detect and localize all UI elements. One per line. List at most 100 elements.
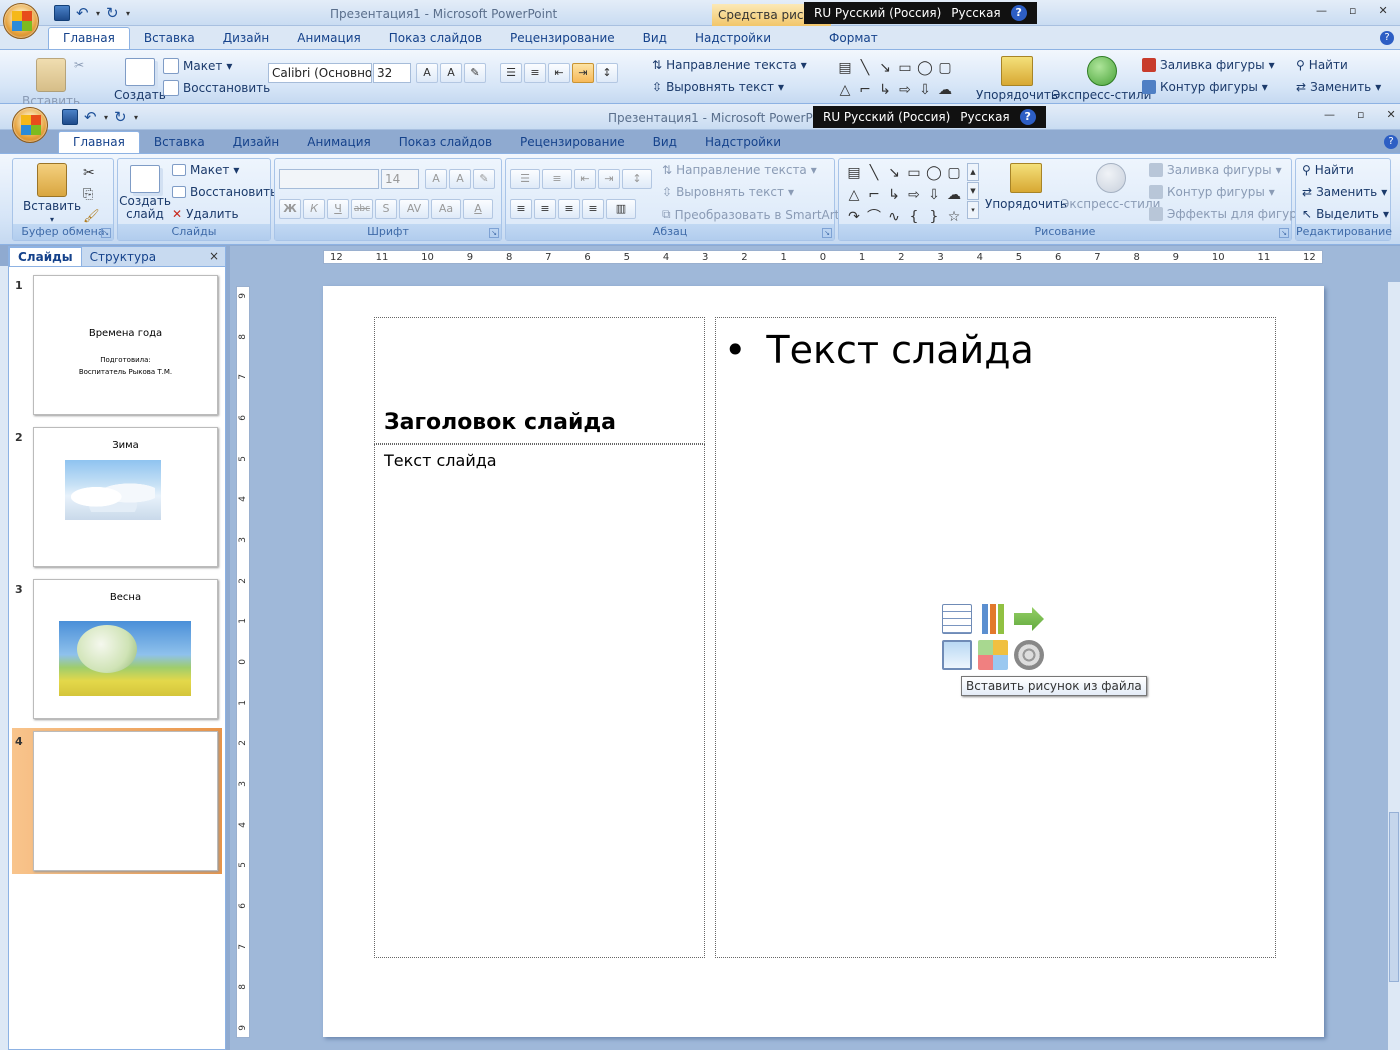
decrease-indent-icon[interactable]: ⇤ xyxy=(574,169,596,189)
line-shape-icon[interactable]: ╲ xyxy=(856,58,874,78)
slide-thumbnail-1[interactable]: Времена года Подготовила: Воспитатель Ры… xyxy=(33,275,218,415)
font-name-field[interactable] xyxy=(279,169,379,189)
tab-format[interactable]: Формат xyxy=(815,28,892,49)
arrow-line-shape-icon[interactable]: ↘ xyxy=(885,163,903,183)
columns-icon[interactable]: ▥ xyxy=(606,199,636,219)
italic-button[interactable]: К xyxy=(303,199,325,219)
save-icon[interactable] xyxy=(54,5,70,21)
insert-table-icon[interactable] xyxy=(942,604,972,634)
right-arrow-shape-icon[interactable]: ⇨ xyxy=(896,80,914,100)
tab-home[interactable]: Главная xyxy=(58,131,140,153)
slide-thumbnail-4[interactable] xyxy=(33,731,218,871)
clear-format-icon[interactable]: ✎ xyxy=(473,169,495,189)
tab-insert[interactable]: Вставка xyxy=(140,132,219,153)
strike-button[interactable]: abc xyxy=(351,199,373,219)
rounded-rect-shape-icon[interactable]: ▢ xyxy=(936,58,954,78)
shape-fill-button[interactable]: Заливка фигуры ▾ xyxy=(1149,163,1282,177)
insert-media-icon[interactable] xyxy=(1014,640,1044,670)
insert-picture-icon[interactable] xyxy=(942,640,972,670)
cut-icon[interactable]: ✂ xyxy=(74,58,84,72)
gallery-more-icon[interactable]: ▾ xyxy=(967,201,979,219)
oval-shape-icon[interactable]: ◯ xyxy=(925,163,943,183)
restore-button[interactable]: Восстановить xyxy=(172,185,277,199)
back-align-text-button[interactable]: ⇳ Выровнять текст ▾ xyxy=(652,80,784,94)
dialog-launcher-icon[interactable]: ↘ xyxy=(822,228,832,238)
tab-insert[interactable]: Вставка xyxy=(130,28,209,49)
slide-title[interactable]: Заголовок слайда xyxy=(384,410,616,435)
shadow-button[interactable]: S xyxy=(375,199,397,219)
align-text-button[interactable]: ⇳ Выровнять текст ▾ xyxy=(662,185,794,199)
font-color-button[interactable]: A xyxy=(463,199,493,219)
language-bar[interactable]: RU Русский (Россия) Русская ? xyxy=(813,106,1046,128)
rectangle-shape-icon[interactable]: ▭ xyxy=(905,163,923,183)
dialog-launcher-icon[interactable]: ↘ xyxy=(101,228,111,238)
layout-button[interactable]: Макет ▾ xyxy=(172,163,239,177)
back-font-name-field[interactable]: Calibri (Основно xyxy=(268,63,372,83)
bullets-icon[interactable]: ☰ xyxy=(500,63,522,83)
slide-canvas[interactable]: Заголовок слайда Текст слайда • Текст сл… xyxy=(323,286,1324,1037)
elbow-arrow-icon[interactable]: ↳ xyxy=(885,185,903,205)
font-size-field[interactable]: 14 xyxy=(381,169,419,189)
shrink-font-icon[interactable]: A xyxy=(449,169,471,189)
tab-design[interactable]: Дизайн xyxy=(209,28,284,49)
back-shapes-gallery[interactable]: ▤ ╲ ↘ ▭ ◯ ▢ △ ⌐ ↳ ⇨ ⇩ ☁ xyxy=(836,58,954,100)
close-icon[interactable]: ✕ xyxy=(1386,108,1395,121)
back-new-slide-button[interactable]: Создать xyxy=(114,58,166,102)
keyboard-layout-label[interactable]: Русская xyxy=(960,110,1009,124)
right-arrow-shape-icon[interactable]: ⇨ xyxy=(905,185,923,205)
content-placeholder[interactable]: • Текст слайда Вставить рисунок из файла xyxy=(715,317,1276,958)
line-shape-icon[interactable]: ╲ xyxy=(865,163,883,183)
char-spacing-button[interactable]: AV xyxy=(399,199,429,219)
decrease-indent-icon[interactable]: ⇤ xyxy=(548,63,570,83)
freeform-shape-icon[interactable]: ☁ xyxy=(945,185,963,205)
scrollbar-thumb[interactable] xyxy=(1389,812,1399,982)
tab-slideshow[interactable]: Показ слайдов xyxy=(375,28,496,49)
grow-font-icon[interactable]: A xyxy=(416,63,438,83)
back-font-size-field[interactable]: 32 xyxy=(373,63,411,83)
undo-icon[interactable]: ↶ xyxy=(76,5,90,21)
language-label[interactable]: RU Русский (Россия) xyxy=(823,110,950,124)
textbox-shape-icon[interactable]: ▤ xyxy=(836,58,854,78)
back-restore-button[interactable]: Восстановить xyxy=(163,80,270,96)
tab-design[interactable]: Дизайн xyxy=(219,132,294,153)
language-label[interactable]: RU Русский (Россия) xyxy=(814,6,941,20)
ribbon-help-icon[interactable]: ? xyxy=(1384,135,1398,149)
minimize-icon[interactable]: — xyxy=(1316,4,1327,17)
customize-qat-icon[interactable]: ▾ xyxy=(134,113,138,122)
underline-button[interactable]: Ч xyxy=(327,199,349,219)
tab-view[interactable]: Вид xyxy=(629,28,681,49)
increase-indent-icon[interactable]: ⇥ xyxy=(572,63,594,83)
elbow-arrow-icon[interactable]: ↳ xyxy=(876,80,894,100)
undo-dropdown-icon[interactable]: ▾ xyxy=(104,113,108,122)
tab-slideshow[interactable]: Показ слайдов xyxy=(385,132,506,153)
content-text[interactable]: Текст слайда xyxy=(766,328,1033,372)
delete-slide-button[interactable]: ✕ Удалить xyxy=(172,207,239,221)
textbox-shape-icon[interactable]: ▤ xyxy=(845,163,863,183)
close-icon[interactable]: ✕ xyxy=(1378,4,1387,17)
shape-outline-button[interactable]: Контур фигуры ▾ xyxy=(1149,185,1275,199)
tab-animation[interactable]: Анимация xyxy=(293,132,384,153)
line-spacing-icon[interactable]: ↕ xyxy=(596,63,618,83)
tab-slides[interactable]: Слайды xyxy=(9,247,82,266)
insert-chart-icon[interactable] xyxy=(978,604,1008,634)
bullet-line[interactable]: • Текст слайда xyxy=(724,328,1034,372)
numbering-icon[interactable]: ≡ xyxy=(524,63,546,83)
align-right-icon[interactable]: ≡ xyxy=(558,199,580,219)
shapes-gallery[interactable]: ▤ ╲ ↘ ▭ ◯ ▢ △ ⌐ ↳ ⇨ ⇩ ☁ ↷ ⌒ ∿{} ☆ xyxy=(845,163,963,227)
copy-icon[interactable]: ⎘ xyxy=(83,187,93,202)
tab-addins[interactable]: Надстройки xyxy=(681,28,785,49)
back-text-direction-button[interactable]: ⇅ Направление текста ▾ xyxy=(652,58,807,72)
ribbon-help-icon[interactable]: ? xyxy=(1380,31,1394,45)
help-icon[interactable]: ? xyxy=(1010,5,1027,21)
close-panel-icon[interactable]: × xyxy=(209,249,219,263)
minimize-icon[interactable]: — xyxy=(1324,108,1335,121)
convert-smartart-button[interactable]: ⧉Преобразовать в SmartArt ▾ xyxy=(662,207,849,222)
numbering-icon[interactable]: ≡ xyxy=(542,169,572,189)
insert-clipart-icon[interactable] xyxy=(978,640,1008,670)
customize-qat-icon[interactable]: ▾ xyxy=(126,9,130,18)
format-painter-icon[interactable]: 🖌 xyxy=(83,209,100,224)
back-shape-outline-button[interactable]: Контур фигуры ▾ xyxy=(1142,80,1268,94)
tab-home[interactable]: Главная xyxy=(48,27,130,49)
gallery-down-icon[interactable]: ▼ xyxy=(967,182,979,200)
clear-format-icon[interactable]: ✎ xyxy=(464,63,486,83)
